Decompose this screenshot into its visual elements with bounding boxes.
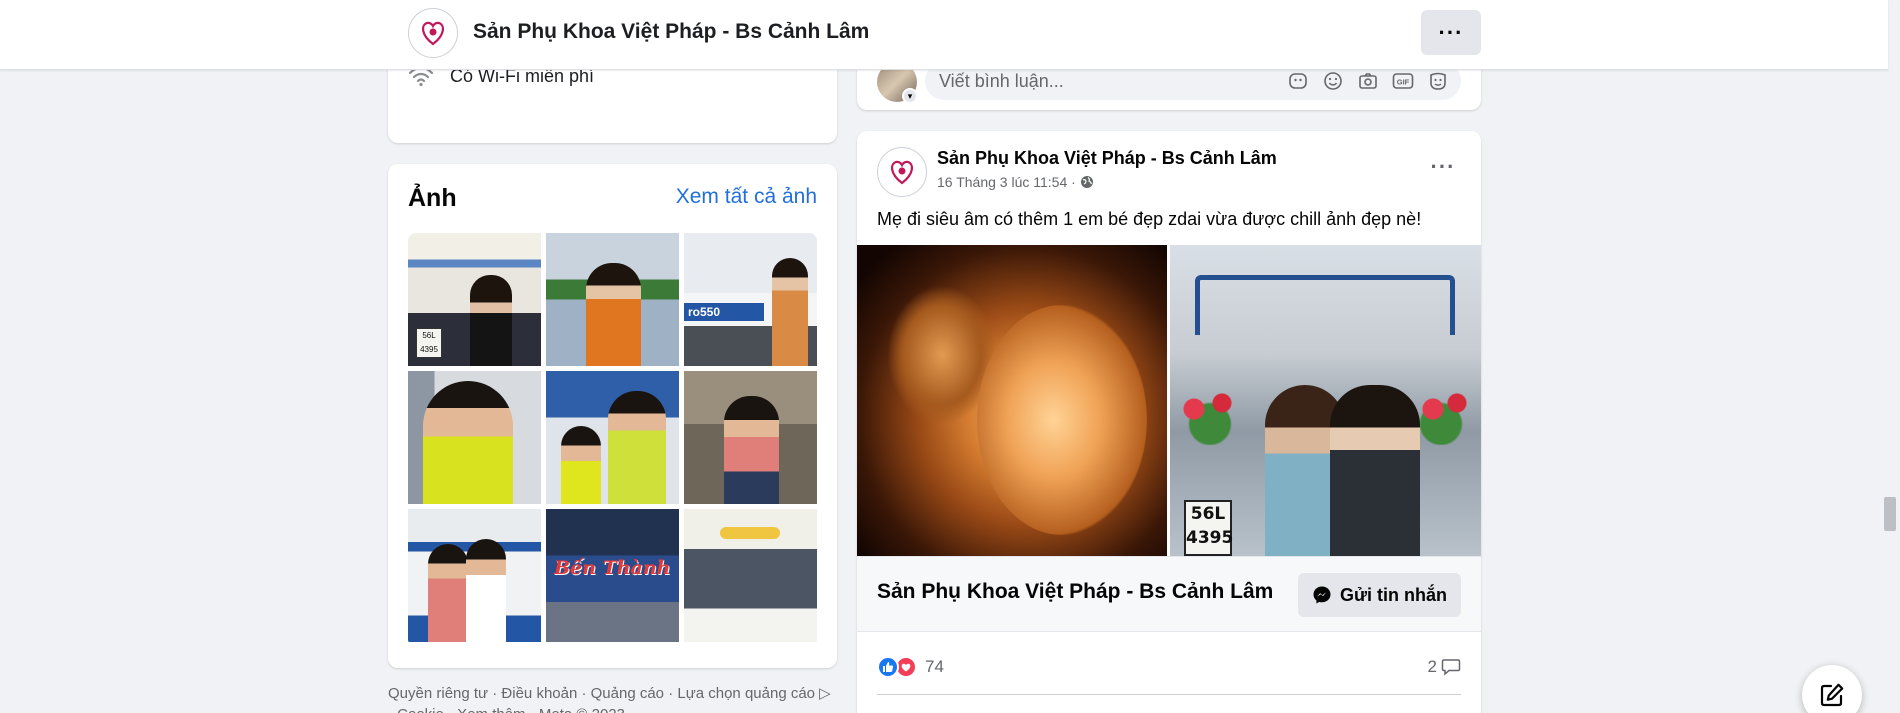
- send-message-button[interactable]: Gửi tin nhắn: [1297, 573, 1461, 617]
- child-figure: [428, 544, 468, 642]
- avatar-sticker-icon[interactable]: [1427, 70, 1449, 92]
- child-figure: [561, 426, 601, 504]
- post-author-avatar[interactable]: [877, 147, 927, 197]
- messenger-icon: [1313, 586, 1331, 604]
- license-plate: 56L 4395: [1184, 500, 1234, 556]
- mother-photo-image[interactable]: 56L 4395: [1170, 245, 1481, 556]
- photo-thumbnail[interactable]: [684, 509, 817, 642]
- ultrasound-face: [977, 305, 1147, 535]
- more-options-button[interactable]: ···: [1421, 10, 1481, 55]
- person-figure: [1330, 385, 1420, 556]
- post-images: 56L 4395: [857, 245, 1481, 556]
- comment-count-link[interactable]: 2: [1428, 657, 1461, 677]
- photo-thumbnail[interactable]: [546, 371, 679, 504]
- child-figure: [724, 396, 779, 504]
- like-reaction-icon: [877, 656, 899, 678]
- photos-heading[interactable]: Ảnh: [408, 184, 457, 213]
- person-figure: [608, 391, 666, 504]
- photo-grid: 56L 4395 ro550 Bến Thành: [408, 233, 817, 647]
- post-author-name[interactable]: Sản Phụ Khoa Việt Pháp - Bs Cảnh Lâm: [937, 148, 1277, 169]
- plate-line-2: 4395: [1186, 528, 1234, 548]
- sticker-icon[interactable]: [1287, 70, 1309, 92]
- photo-thumbnail[interactable]: Bến Thành: [546, 509, 679, 642]
- post-body-text: Mẹ đi siêu âm có thêm 1 em bé đẹp zdai v…: [877, 209, 1422, 229]
- scrollbar-track[interactable]: [1888, 0, 1900, 713]
- post-timestamp[interactable]: 16 Tháng 3 lúc 11:54 ·: [937, 174, 1076, 190]
- bus-roof-sign: [720, 527, 780, 539]
- comment-placeholder: Viết bình luận...: [939, 71, 1064, 91]
- more-dots-icon: ···: [1430, 154, 1456, 179]
- reaction-summary[interactable]: 74: [877, 656, 944, 678]
- comment-bubble-icon: [1441, 659, 1461, 676]
- camera-icon[interactable]: [1357, 70, 1379, 92]
- send-message-label: Gửi tin nhắn: [1339, 584, 1447, 605]
- post-card: Sản Phụ Khoa Việt Pháp - Bs Cảnh Lâm 16 …: [857, 131, 1481, 713]
- page-logo-icon: [890, 160, 914, 185]
- more-dots-icon: ···: [1438, 19, 1464, 45]
- page-avatar[interactable]: [408, 8, 458, 58]
- person-figure: [470, 275, 512, 366]
- emoji-icon[interactable]: [1322, 70, 1344, 92]
- reaction-count: 74: [925, 657, 944, 676]
- comment-tools: GIF: [1287, 70, 1449, 92]
- post-meta: 16 Tháng 3 lúc 11:54 ·: [937, 174, 1094, 190]
- plate-detail: 56L 4395: [416, 328, 442, 358]
- action-divider: [877, 694, 1461, 695]
- gif-icon[interactable]: GIF: [1392, 70, 1414, 92]
- photos-card: Ảnh Xem tất cả ảnh 56L 4395 ro550 Bến Th…: [388, 164, 837, 668]
- page-logo-icon: [421, 21, 445, 46]
- person-figure: [586, 263, 641, 366]
- page-header-bar: Sản Phụ Khoa Việt Pháp - Bs Cảnh Lâm ···: [0, 0, 1888, 70]
- bus-brand-label: ro550: [684, 303, 764, 321]
- child-figure: [423, 381, 513, 504]
- compose-icon: [1820, 683, 1844, 707]
- see-all-photos-link[interactable]: Xem tất cả ảnh: [676, 185, 817, 209]
- scrollbar-thumb[interactable]: [1884, 497, 1896, 531]
- photo-thumbnail[interactable]: [546, 233, 679, 366]
- flowers-left: [1170, 385, 1250, 445]
- cta-page-name[interactable]: Sản Phụ Khoa Việt Pháp - Bs Cảnh Lâm: [877, 580, 1273, 604]
- photo-thumbnail[interactable]: [408, 509, 541, 642]
- photo-thumbnail[interactable]: [684, 371, 817, 504]
- post-more-button[interactable]: ···: [1425, 149, 1461, 185]
- chevron-down-icon[interactable]: ▾: [902, 88, 918, 104]
- svg-text:GIF: GIF: [1397, 78, 1410, 87]
- page-title[interactable]: Sản Phụ Khoa Việt Pháp - Bs Cảnh Lâm: [473, 20, 869, 44]
- person-figure: [772, 258, 808, 366]
- photo-thumbnail[interactable]: ro550: [684, 233, 817, 366]
- bus-sign-label: Bến Thành: [554, 557, 671, 579]
- footer-links[interactable]: Quyền riêng tư · Điều khoản · Quảng cáo …: [388, 683, 837, 713]
- comment-count: 2: [1427, 657, 1437, 676]
- bus-roof: [1195, 275, 1455, 335]
- ultrasound-image[interactable]: [857, 245, 1167, 556]
- globe-icon: [1080, 176, 1093, 188]
- photo-thumbnail[interactable]: [408, 371, 541, 504]
- plate-line-1: 56L: [1190, 504, 1226, 524]
- page-cta-strip: Sản Phụ Khoa Việt Pháp - Bs Cảnh Lâm Gửi…: [857, 556, 1481, 632]
- person-figure: [466, 539, 506, 642]
- photo-thumbnail[interactable]: 56L 4395: [408, 233, 541, 366]
- new-message-button[interactable]: [1802, 665, 1862, 713]
